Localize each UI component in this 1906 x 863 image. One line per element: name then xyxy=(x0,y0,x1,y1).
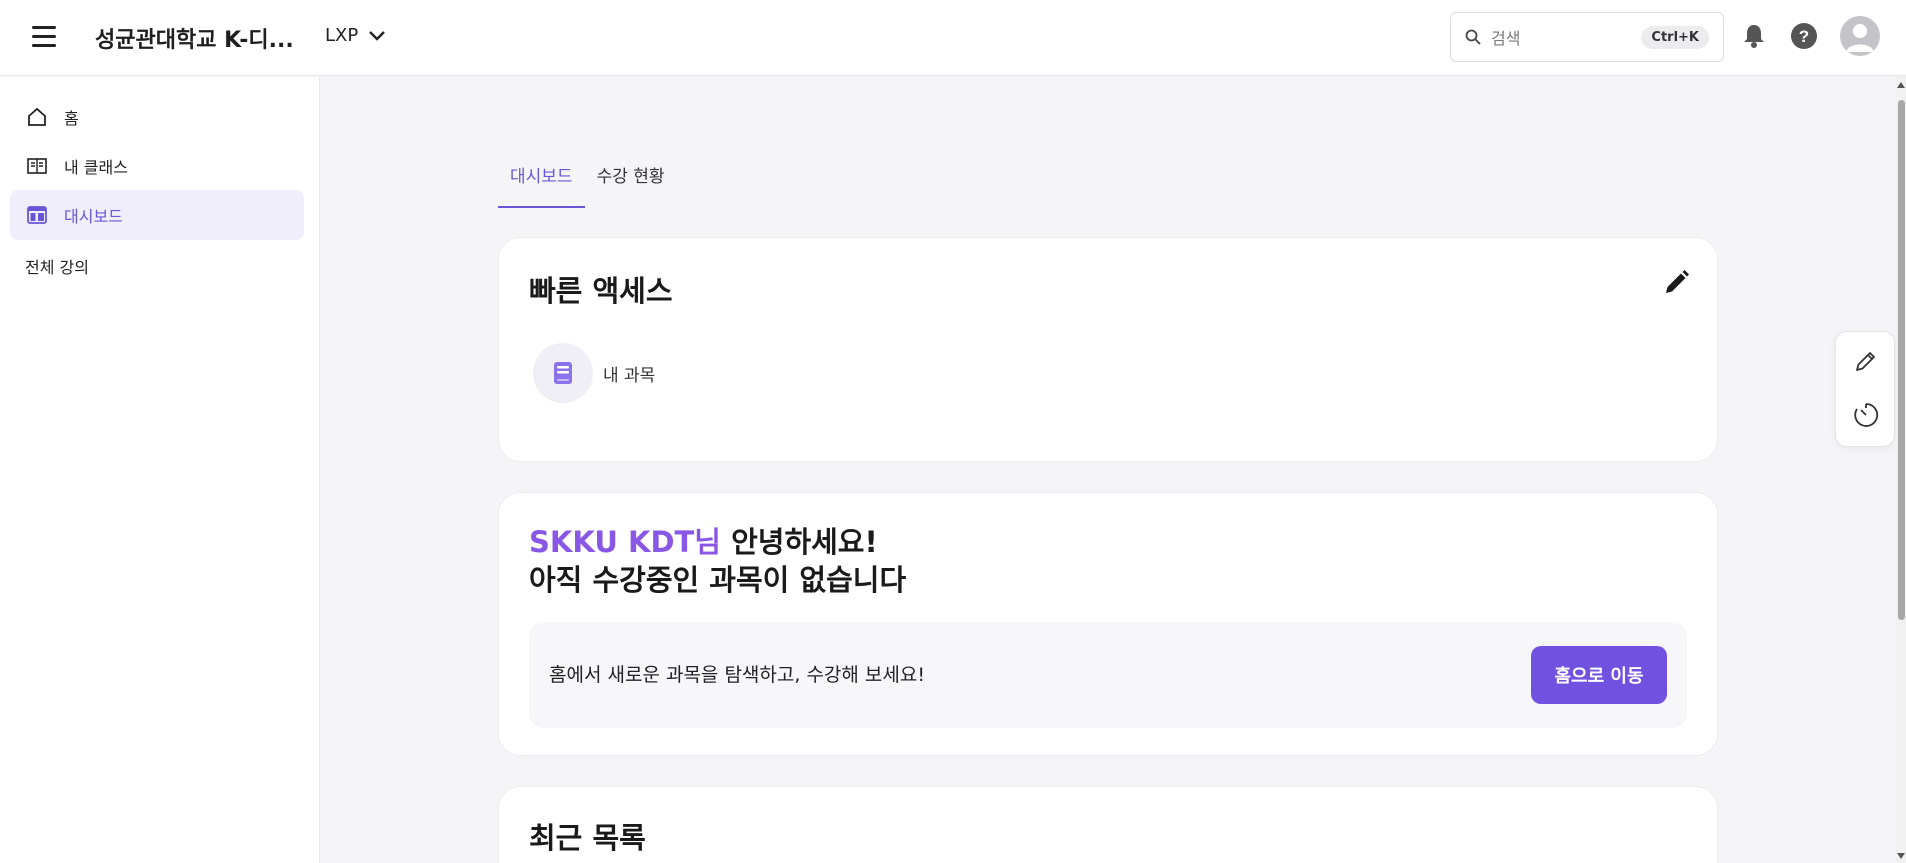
dashboard-icon xyxy=(26,204,48,226)
quick-access-label: 내 과목 xyxy=(603,365,656,386)
svg-text:?: ? xyxy=(1799,27,1809,46)
greeting-card: SKKU KDT님 안녕하세요! 아직 수강중인 과목이 없습니다 홈에서 새로… xyxy=(498,492,1718,756)
sidebar-item-label: 대시보드 xyxy=(64,207,123,226)
scroll-up-arrow[interactable] xyxy=(1897,82,1905,88)
user-name: SKKU KDT님 xyxy=(529,525,721,559)
search-box[interactable]: 검색 Ctrl+K xyxy=(1450,12,1724,62)
quick-access-title: 빠른 액세스 xyxy=(529,274,673,308)
tab-progress[interactable]: 수강 현황 xyxy=(585,150,677,208)
top-bar: 성균관대학교 K-디... LXP 검색 Ctrl+K ? xyxy=(0,0,1906,76)
floating-toolbar xyxy=(1835,331,1895,447)
scroll-thumb[interactable] xyxy=(1898,100,1905,620)
greeting-hello: 안녕하세요! xyxy=(720,525,878,559)
empty-state-text: 홈에서 새로운 과목을 탐색하고, 수강해 보세요! xyxy=(549,664,925,686)
pencil-icon[interactable] xyxy=(1661,268,1691,298)
go-home-button[interactable]: 홈으로 이동 xyxy=(1531,646,1667,704)
shortcut-badge: Ctrl+K xyxy=(1641,25,1709,49)
sidebar-all-courses[interactable]: 전체 강의 xyxy=(25,254,89,278)
course-book-icon xyxy=(533,343,593,403)
empty-state-box: 홈에서 새로운 과목을 탐색하고, 수강해 보세요! 홈으로 이동 xyxy=(529,622,1687,728)
sidebar-item-my-class[interactable]: 내 클래스 xyxy=(10,141,304,191)
sidebar-item-dashboard[interactable]: 대시보드 xyxy=(10,190,304,240)
home-icon xyxy=(26,106,48,128)
scrollbar[interactable] xyxy=(1896,76,1906,863)
greeting-heading: SKKU KDT님 안녕하세요! 아직 수강중인 과목이 없습니다 xyxy=(529,523,906,599)
search-input[interactable]: 검색 xyxy=(1491,25,1641,49)
bell-icon[interactable] xyxy=(1738,20,1770,52)
site-title[interactable]: 성균관대학교 K-디... xyxy=(95,22,294,54)
edit-icon[interactable] xyxy=(1851,346,1881,376)
quick-access-card: 빠른 액세스 내 과목 xyxy=(498,237,1718,462)
quick-access-item[interactable]: 내 과목 xyxy=(533,343,655,403)
tab-bar: 대시보드 수강 현황 xyxy=(498,150,677,208)
history-icon[interactable] xyxy=(1851,400,1881,430)
sidebar: 홈 내 클래스 대시보드 전체 강의 xyxy=(0,77,320,863)
sidebar-item-label: 홈 xyxy=(64,109,79,128)
help-icon[interactable]: ? xyxy=(1788,20,1820,52)
avatar[interactable] xyxy=(1840,16,1880,56)
recent-list-title: 최근 목록 xyxy=(529,821,646,855)
tab-dashboard[interactable]: 대시보드 xyxy=(498,150,585,208)
book-icon xyxy=(26,155,48,177)
menu-icon[interactable] xyxy=(32,26,56,48)
scroll-down-arrow[interactable] xyxy=(1897,853,1905,859)
chevron-down-icon xyxy=(369,30,386,41)
greeting-status: 아직 수강중인 과목이 없습니다 xyxy=(529,563,907,597)
sidebar-item-home[interactable]: 홈 xyxy=(10,92,304,142)
sidebar-item-label: 내 클래스 xyxy=(64,158,128,177)
search-icon xyxy=(1465,29,1481,45)
recent-list-card: 최근 목록 xyxy=(498,786,1718,863)
product-label: LXP xyxy=(325,25,359,46)
user-icon xyxy=(1846,24,1874,52)
product-switcher[interactable]: LXP xyxy=(325,25,386,46)
